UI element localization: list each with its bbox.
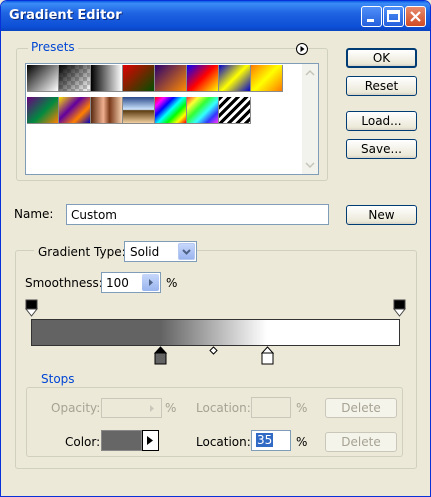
- preset-swatch-blue-yellow-blue[interactable]: [219, 65, 251, 92]
- opacity-label: Opacity:: [51, 401, 101, 415]
- opacity-field[interactable]: [101, 398, 162, 418]
- location-unit: %: [296, 435, 308, 449]
- save-button[interactable]: Save...: [346, 139, 417, 159]
- delete-opacity-stop-button[interactable]: Delete: [325, 398, 397, 418]
- gradient-type-select[interactable]: Solid: [124, 241, 197, 262]
- play-arrow-icon: [149, 279, 153, 286]
- window-title: Gradient Editor: [9, 8, 122, 23]
- smoothness-field[interactable]: 100: [101, 272, 161, 293]
- color-location-field[interactable]: 35: [251, 430, 291, 451]
- preset-swatch-transparent-stripes[interactable]: [219, 97, 251, 124]
- maximize-button[interactable]: [383, 6, 404, 27]
- location-value[interactable]: 35: [256, 433, 274, 447]
- preset-swatch-chrome[interactable]: [123, 97, 155, 124]
- preset-swatch-violet-green-orange[interactable]: [27, 97, 59, 124]
- maximize-icon: [387, 10, 400, 22]
- name-input[interactable]: [66, 204, 329, 225]
- gradient-bar[interactable]: [31, 319, 400, 346]
- scroll-up-icon[interactable]: [302, 66, 318, 80]
- location-label: Location:: [196, 435, 251, 449]
- opacity-stop-right[interactable]: [393, 299, 406, 317]
- minimize-button[interactable]: [361, 6, 382, 27]
- gradient-type-value: Solid: [130, 245, 160, 259]
- opacity-location-field[interactable]: [251, 397, 291, 418]
- color-label: Color:: [65, 435, 101, 449]
- stops-legend: Stops: [38, 372, 78, 386]
- location-label-top: Location:: [196, 401, 251, 415]
- chevron-down-icon: [182, 249, 191, 255]
- color-stop[interactable]: [153, 346, 167, 365]
- new-button[interactable]: New: [346, 205, 417, 225]
- preset-swatch-black-white[interactable]: [91, 65, 123, 92]
- preset-swatch-transparent-rainbow[interactable]: [187, 97, 219, 124]
- play-arrow-icon: [300, 46, 305, 52]
- delete-color-stop-button[interactable]: Delete: [325, 432, 397, 452]
- preset-swatch-yellow-violet-orange-blue[interactable]: [59, 97, 91, 124]
- opacity-unit: %: [165, 401, 177, 415]
- smoothness-slider-button[interactable]: [142, 274, 159, 291]
- preset-swatch-red-green[interactable]: [123, 65, 155, 92]
- smoothness-value[interactable]: 100: [106, 276, 129, 290]
- presets-menu-button[interactable]: [296, 43, 308, 55]
- preset-swatch-copper[interactable]: [91, 97, 123, 124]
- gradient-type-label: Gradient Type:: [34, 245, 130, 259]
- name-label: Name:: [14, 207, 54, 221]
- reset-button[interactable]: Reset: [346, 76, 417, 96]
- preset-swatch-violet-orange[interactable]: [155, 65, 187, 92]
- scroll-down-icon[interactable]: [302, 158, 318, 172]
- presets-legend: Presets: [28, 40, 78, 54]
- load-button[interactable]: Load...: [346, 111, 417, 131]
- minimize-icon: [367, 19, 374, 22]
- color-stop[interactable]: [260, 346, 274, 365]
- preset-swatch-blue-red-yellow[interactable]: [187, 65, 219, 92]
- preset-swatches: [26, 64, 304, 174]
- presets-list[interactable]: [25, 63, 319, 175]
- color-menu-button[interactable]: [142, 430, 159, 451]
- gradient-editor-window: Gradient Editor Presets OK Reset Load...…: [0, 0, 431, 497]
- ok-button[interactable]: OK: [346, 48, 417, 68]
- play-arrow-icon: [150, 405, 154, 412]
- opacity-stop-left[interactable]: [25, 299, 38, 317]
- preset-swatch-spectrum[interactable]: [155, 97, 187, 124]
- presets-scrollbar[interactable]: [302, 64, 318, 174]
- play-arrow-icon: [147, 436, 153, 445]
- smoothness-label: Smoothness:: [25, 276, 103, 290]
- location-unit-top: %: [296, 401, 308, 415]
- title-bar[interactable]: Gradient Editor: [1, 1, 430, 31]
- smoothness-unit: %: [166, 276, 178, 290]
- close-icon: [410, 11, 421, 22]
- midpoint-diamond[interactable]: [209, 346, 218, 355]
- preset-swatch-foreground-to-transparent[interactable]: [59, 65, 91, 92]
- preset-swatch-orange-yellow-orange[interactable]: [251, 65, 283, 92]
- dropdown-button[interactable]: [178, 243, 195, 260]
- close-button[interactable]: [405, 6, 426, 27]
- stop-color-swatch[interactable]: [101, 430, 142, 451]
- preset-swatch-foreground-to-background[interactable]: [27, 65, 59, 92]
